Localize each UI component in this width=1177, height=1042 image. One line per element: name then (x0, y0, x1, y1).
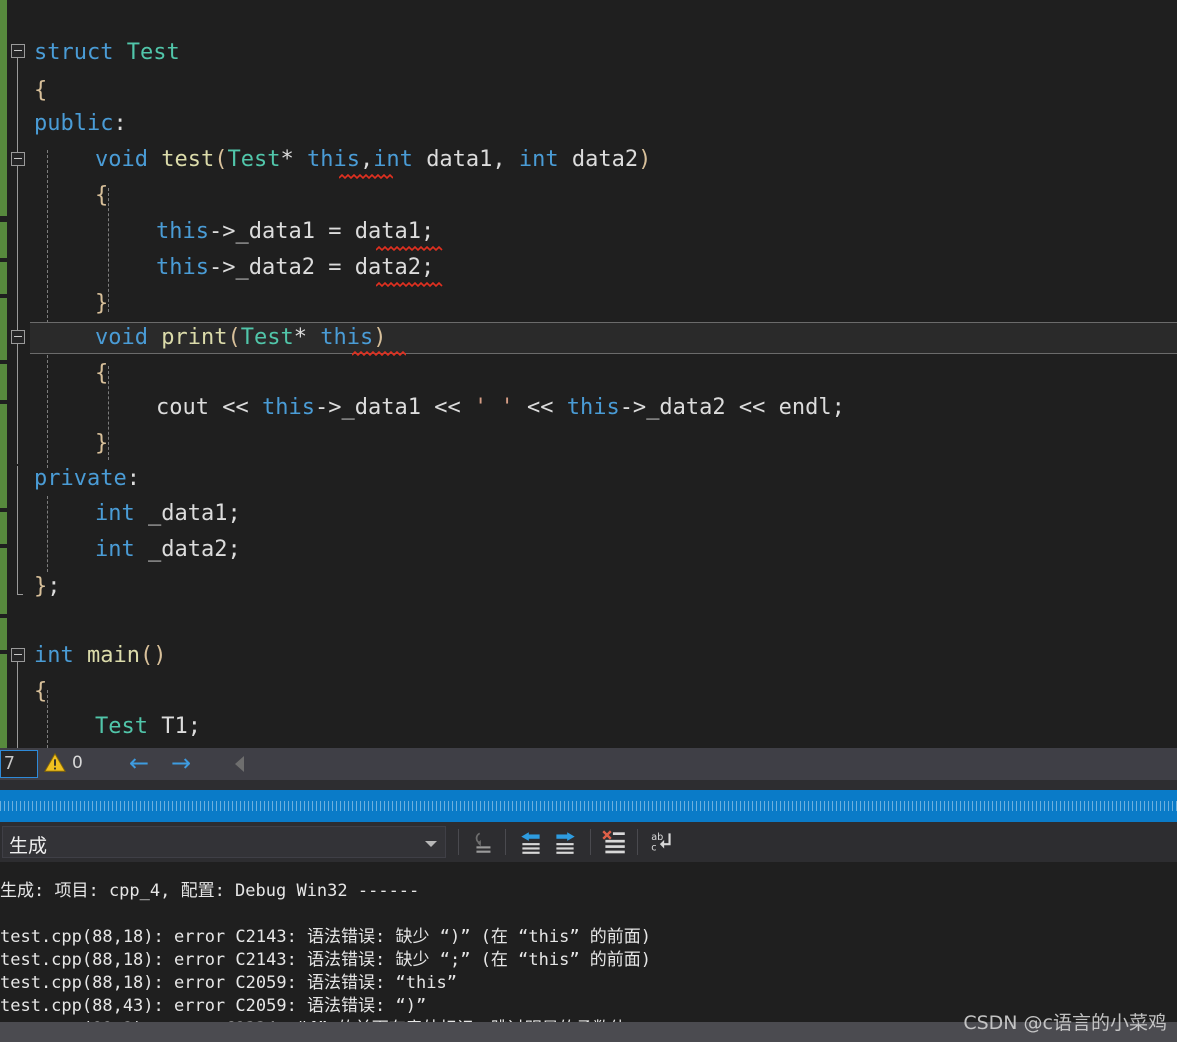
code-line-print-signature[interactable]: void print(Test* this) (95, 327, 386, 349)
code-line-struct-test[interactable]: struct Test (34, 42, 180, 64)
code-editor[interactable]: struct Test { public: void test(Test* th… (0, 0, 1177, 748)
error-squiggle-data2 (376, 282, 443, 287)
visual-studio-window: struct Test { public: void test(Test* th… (0, 0, 1177, 1042)
warning-triangle-icon (44, 752, 66, 772)
next-message-icon[interactable] (548, 828, 582, 856)
triangle-left-icon[interactable] (235, 756, 244, 772)
arrow-right-icon[interactable]: → (168, 751, 194, 776)
code-line-open-brace-2[interactable]: { (95, 185, 108, 207)
toggle-word-wrap-icon[interactable]: ab c (645, 828, 679, 856)
error-squiggle-data1 (376, 246, 443, 251)
svg-text:c: c (651, 843, 656, 854)
code-line-struct-end[interactable]: }; (34, 576, 61, 598)
output-source-label: 生成 (9, 835, 48, 857)
code-text-layer[interactable]: struct Test { public: void test(Test* th… (0, 0, 1177, 748)
chevron-down-icon[interactable] (425, 841, 437, 847)
output-line: test.cpp(88,18): error C2143: 语法错误: 缺少 “… (0, 927, 652, 947)
code-line-close-brace-2[interactable]: } (95, 433, 108, 455)
toolbar-separator-1 (458, 829, 459, 855)
code-line-test-signature[interactable]: void test(Test* this,int data1, int data… (95, 149, 651, 171)
toolbar-separator-3 (590, 829, 591, 855)
code-line-cout[interactable]: cout << this->_data1 << ' ' << this->_da… (156, 397, 845, 419)
warning-count: 0 (72, 753, 83, 773)
code-line-open-brace-main[interactable]: { (34, 681, 47, 703)
output-line: test.cpp(88,18): error C2059: 语法错误: “thi… (0, 973, 457, 993)
clear-all-icon[interactable] (597, 828, 631, 856)
output-line: test.cpp(88,43): error C2059: 语法错误: “)” (0, 996, 427, 1016)
toolbar-separator-4 (637, 829, 638, 855)
svg-text:ab: ab (651, 832, 663, 843)
output-window-title-band[interactable] (0, 790, 1177, 822)
code-line-open-brace-1[interactable]: { (34, 80, 47, 102)
previous-message-icon[interactable] (514, 828, 548, 856)
code-line-public[interactable]: public: (34, 113, 127, 135)
arrow-left-icon[interactable]: ← (126, 751, 152, 776)
toolbar-separator-2 (505, 829, 506, 855)
code-line-open-brace-3[interactable]: { (95, 363, 108, 385)
output-source-dropdown[interactable]: 生成 (2, 826, 446, 858)
output-text-pane[interactable]: 生成: 项目: cpp_4, 配置: Debug Win32 ------ te… (0, 862, 1177, 1022)
error-squiggle-this-1 (339, 174, 393, 179)
code-line-int-main[interactable]: int main() (34, 645, 166, 667)
code-line-test-t1[interactable]: Test T1; (95, 716, 201, 738)
line-number-box[interactable]: 7 (0, 750, 38, 778)
output-line: 生成: 项目: cpp_4, 配置: Debug Win32 ------ (0, 881, 420, 901)
code-line-assign-data1[interactable]: this->_data1 = data1; (156, 221, 434, 243)
drag-grip[interactable] (0, 801, 1177, 811)
code-line-assign-data2[interactable]: this->_data2 = data2; (156, 257, 434, 279)
code-line-private[interactable]: private: (34, 468, 140, 490)
goto-message-icon[interactable] (467, 828, 501, 856)
code-line-member-data1[interactable]: int _data1; (95, 503, 241, 525)
output-line: test.cpp(88,18): error C2143: 语法错误: 缺少 “… (0, 950, 652, 970)
code-line-member-data2[interactable]: int _data2; (95, 539, 241, 561)
csdn-watermark: CSDN @c语言的小菜鸡 (963, 1012, 1167, 1034)
error-squiggle-this-2 (352, 351, 406, 356)
panel-gap (0, 780, 1177, 790)
code-line-close-brace-1[interactable]: } (95, 293, 108, 315)
